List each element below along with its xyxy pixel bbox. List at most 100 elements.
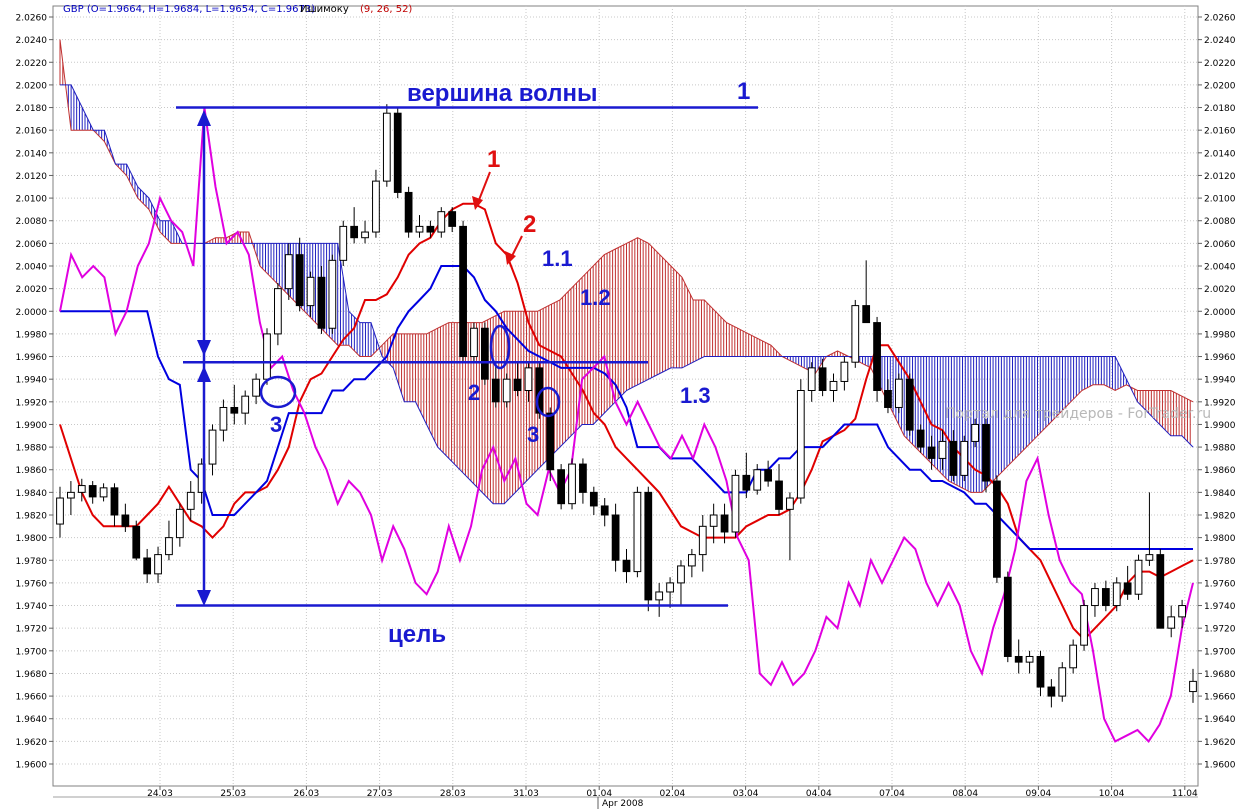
candle-body [764, 469, 773, 482]
candle-body [982, 423, 990, 482]
candle-body [568, 463, 576, 505]
month-label: Apr 2008 [602, 799, 644, 809]
candle-body [1003, 576, 1012, 657]
red-label-1: 1 [487, 146, 500, 173]
candle-body [1091, 588, 1099, 607]
candle-body [579, 463, 587, 493]
candle-body [480, 327, 489, 380]
candle-body [77, 485, 86, 493]
y-tick-label-right: 1.9700 [1204, 647, 1236, 657]
candle [796, 379, 805, 504]
candle-body [775, 480, 783, 510]
candle-body [230, 406, 239, 414]
y-tick-label-left: 2.0220 [16, 59, 48, 69]
candle-body [1145, 554, 1154, 561]
candle-body [382, 112, 391, 182]
candle-body [862, 305, 871, 324]
y-tick-label-right: 2.0120 [1204, 172, 1236, 182]
candle-body [1123, 582, 1132, 595]
y-tick-label-left: 2.0140 [16, 149, 48, 159]
y-tick-label-right: 2.0100 [1204, 195, 1236, 205]
candle-body [916, 429, 925, 448]
candle-body [829, 380, 838, 392]
candle-body [437, 211, 446, 233]
y-tick-label-right: 2.0200 [1204, 81, 1236, 91]
candle-body [1156, 554, 1165, 629]
y-tick-label-left: 2.0260 [16, 14, 48, 24]
y-tick-label-left: 1.9680 [16, 670, 48, 680]
y-tick-label-left: 1.9860 [16, 466, 48, 476]
candle [894, 373, 903, 414]
candle-body [1069, 644, 1078, 669]
candle-body [1058, 667, 1067, 697]
y-tick-label-left: 1.9720 [16, 625, 48, 635]
candle-body [110, 487, 119, 516]
y-tick-label-right: 1.9760 [1204, 579, 1236, 589]
y-tick-label-right: 1.9800 [1204, 534, 1236, 544]
candle-body [241, 395, 250, 414]
candle-body [600, 505, 609, 516]
y-tick-label-left: 1.9920 [16, 398, 48, 408]
candle-body [502, 378, 511, 403]
blue-label-1-1: 1.1 [542, 246, 573, 271]
candle [633, 486, 642, 578]
candle [339, 220, 348, 266]
y-tick-label-left: 1.9880 [16, 444, 48, 454]
candle-body [154, 554, 162, 575]
y-tick-label-left: 1.9760 [16, 579, 48, 589]
y-tick-label-left: 1.9940 [16, 376, 48, 386]
y-tick-label-left: 1.9800 [16, 534, 48, 544]
candle-body [851, 305, 860, 363]
candle-body [753, 469, 762, 491]
candle-body [263, 333, 271, 380]
candle-body [459, 225, 467, 358]
wave-top-label: вершина волны [407, 80, 597, 107]
candle-body [513, 378, 522, 392]
candle-body [350, 225, 359, 239]
y-tick-label-right: 2.0040 [1204, 263, 1236, 273]
candle-body [67, 491, 75, 499]
candle-body [589, 491, 598, 507]
y-tick-label-left: 1.9900 [16, 421, 48, 431]
y-tick-label-right: 1.9660 [1204, 693, 1236, 703]
blue-label-1-2: 1.2 [580, 285, 611, 310]
candle-body [372, 180, 380, 233]
candle-body [143, 557, 152, 575]
candle-body [415, 225, 424, 233]
candle-body [818, 367, 827, 392]
y-tick-label-right: 1.9820 [1204, 512, 1236, 522]
candle [546, 407, 555, 482]
red-label-2: 2 [523, 211, 536, 238]
y-tick-label-right: 2.0140 [1204, 149, 1236, 159]
y-tick-label-left: 2.0080 [16, 217, 48, 227]
candle-body [1101, 588, 1110, 607]
candle-body [884, 390, 892, 408]
candle-body [1014, 655, 1023, 663]
candle-body [393, 112, 402, 193]
y-tick-label-left: 1.9640 [16, 715, 48, 725]
candle [731, 469, 740, 538]
y-tick-label-left: 2.0020 [16, 285, 48, 295]
y-tick-label-left: 2.0100 [16, 195, 48, 205]
candle [393, 107, 402, 199]
ichimoku-chart: 2.0260 2.0260 2.0240 2.0240 2.0220 2.0220 2.02… [0, 0, 1253, 809]
y-tick-label-left: 2.0040 [16, 263, 48, 273]
candle-body [165, 537, 173, 556]
candle-body [1112, 582, 1121, 607]
candle-body [840, 361, 849, 382]
y-tick-label-right: 1.9780 [1204, 557, 1236, 567]
candle-body [993, 480, 1001, 578]
y-tick-label-right: 1.9840 [1204, 489, 1236, 499]
candle [557, 464, 566, 510]
y-tick-label-left: 2.0060 [16, 240, 48, 250]
y-tick-label-left: 2.0000 [16, 308, 48, 318]
candle [1156, 548, 1165, 629]
y-tick-label-right: 2.0000 [1204, 308, 1236, 318]
candle-body [1025, 655, 1034, 663]
y-tick-label-left: 1.9780 [16, 557, 48, 567]
y-tick-label-left: 1.9620 [16, 738, 48, 748]
y-tick-label-left: 2.0120 [16, 172, 48, 182]
candle-body [1134, 559, 1143, 595]
candle-body [546, 412, 555, 471]
candle [1134, 554, 1143, 600]
